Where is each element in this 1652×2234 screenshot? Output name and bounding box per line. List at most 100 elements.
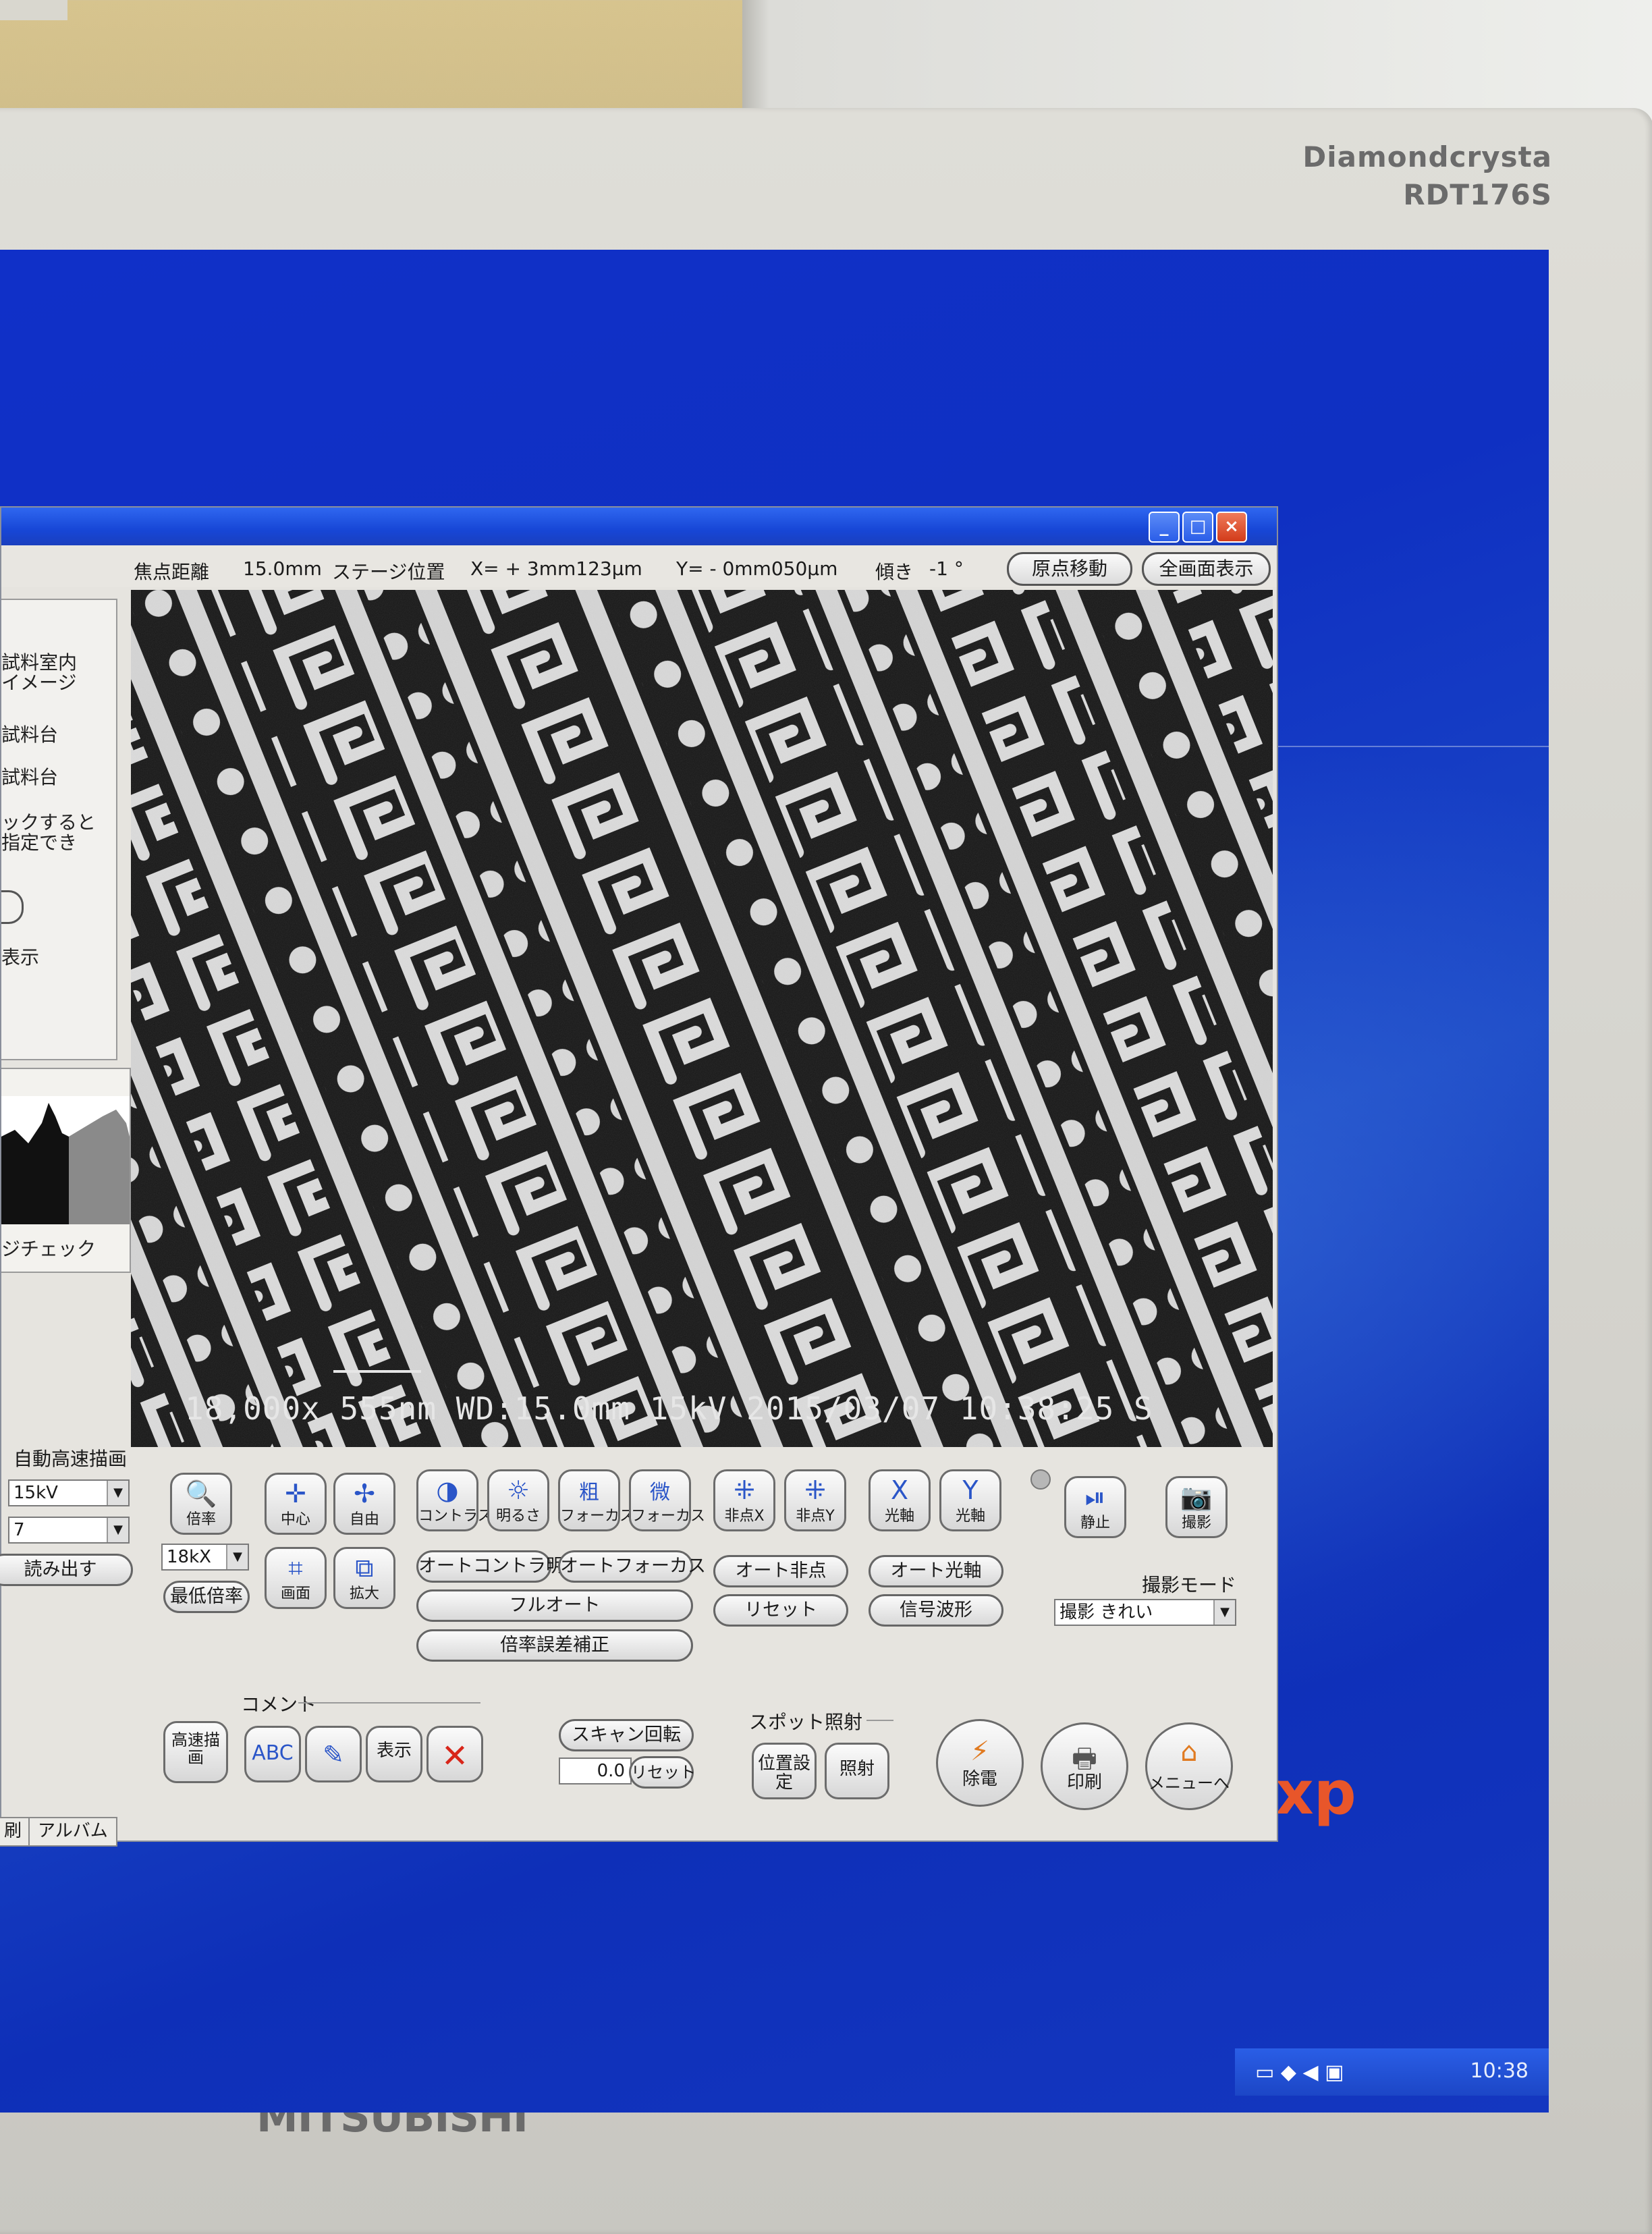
enlarge-icon: ⧉ [355, 1553, 374, 1583]
axis-y-label: 光軸 [955, 1508, 985, 1525]
left-panel-partial: 試料室内 イメージ 試料台 試料台 ックすると 指定でき 表示 [1, 599, 117, 1060]
minimize-button[interactable]: _ [1149, 512, 1180, 543]
display-comment-label: 表示 [376, 1741, 412, 1761]
display-comment-button[interactable]: 表示 [366, 1726, 422, 1782]
irradiate-button[interactable]: 照射 [825, 1743, 889, 1799]
sem-info-overlay: 18,000x 555nm WD:15.0mm 15kV 2015/03/07 … [185, 1390, 1153, 1427]
min-magnification-button[interactable]: 最低倍率 [163, 1581, 250, 1613]
free-button[interactable]: ✢ 自由 [333, 1473, 395, 1535]
abc-text-button[interactable]: ABC [244, 1726, 301, 1782]
tray-icons[interactable]: ▭ ◆ ◀ ▣ [1255, 2061, 1344, 2084]
stig-y-label: 非点Y [796, 1508, 835, 1525]
chevron-down-icon: ▼ [107, 1518, 128, 1542]
sem-image[interactable]: 18,000x 555nm WD:15.0mm 15kV 2015/03/07 … [131, 590, 1273, 1447]
stig-x-label: 非点X [724, 1508, 765, 1525]
focus-distance-value: 15.0mm [243, 557, 322, 580]
abc-text-icon: ABC [252, 1741, 294, 1765]
coarse-focus-button[interactable]: 粗 フォーカス [558, 1469, 635, 1531]
high-speed-draw-button[interactable]: 高速描画 [163, 1721, 228, 1783]
auto-stig-button[interactable]: オート非点 [713, 1555, 848, 1587]
tab-print[interactable]: 刷 [0, 1817, 32, 1847]
screen-icon: ⌗ [288, 1553, 303, 1583]
chevron-down-icon: ▼ [107, 1481, 128, 1505]
left-panel-round-button[interactable] [1, 890, 24, 924]
print-button[interactable]: 🖶 印刷 [1041, 1722, 1128, 1810]
sem-pattern [131, 590, 1273, 1447]
control-panel: 自動高速描画 15kV ▼ 7 ▼ 読み出す 🔍 倍率 ✛ 中心 ✢ 自由 18… [0, 1448, 1277, 1847]
bottom-tabs: 刷 アルバム [0, 1817, 136, 1847]
brand-model-name: Diamondcrysta [1302, 140, 1552, 173]
pen-icon: ✎ [323, 1740, 344, 1770]
left-panel-text[interactable]: 試料台 [1, 767, 58, 788]
scan-rotate-button[interactable]: スキャン回転 [559, 1719, 694, 1751]
stig-x-button[interactable]: ⁜ 非点X [713, 1469, 775, 1531]
fine-focus-label: フォーカス [631, 1508, 706, 1525]
irradiate-label: 照射 [839, 1759, 875, 1779]
fullscreen-button[interactable]: 全画面表示 [1142, 552, 1271, 586]
close-button[interactable]: × [1216, 512, 1247, 543]
capture-mode-select[interactable]: 撮影 きれい ▼ [1054, 1599, 1236, 1626]
load-button[interactable]: 読み出す [0, 1554, 133, 1586]
origin-move-button[interactable]: 原点移動 [1007, 552, 1132, 586]
screen-button[interactable]: ⌗ 画面 [265, 1547, 327, 1609]
magnification-select[interactable]: 18kX ▼ [161, 1544, 249, 1571]
brightness-button[interactable]: ☼ 明るさ [487, 1469, 549, 1531]
discharge-button[interactable]: ⚡ 除電 [936, 1719, 1024, 1807]
contrast-button[interactable]: ◑ コントラスト [416, 1469, 507, 1531]
stig-y-button[interactable]: ⁜ 非点Y [784, 1469, 846, 1531]
magnifier-icon: 🔍 [185, 1479, 217, 1508]
camera-icon: 📷 [1180, 1482, 1213, 1512]
number-select-value: 7 [13, 1520, 25, 1540]
rotate-reset-button[interactable]: リセット [629, 1756, 696, 1789]
magnify-button[interactable]: 🔍 倍率 [170, 1473, 232, 1535]
mag-error-correction-button[interactable]: 倍率誤差補正 [416, 1629, 693, 1662]
capture-mode-label: 撮影モード [1142, 1574, 1237, 1596]
maximize-button[interactable]: □ [1182, 512, 1213, 543]
center-button[interactable]: ✛ 中心 [265, 1473, 327, 1535]
auto-axis-button[interactable]: オート光軸 [869, 1555, 1003, 1587]
sun-icon: ☼ [506, 1475, 530, 1505]
taskbar-tray: ▭ ◆ ◀ ▣ 10:38 [1235, 2048, 1549, 2096]
fine-focus-button[interactable]: 微 フォーカス [629, 1469, 706, 1531]
comment-section-label: コメント [241, 1693, 317, 1716]
status-indicator [1030, 1469, 1051, 1490]
position-set-button[interactable]: 位置設定 [752, 1743, 817, 1799]
pen-button[interactable]: ✎ [305, 1726, 362, 1782]
free-label: 自由 [349, 1511, 379, 1528]
axis-x-button[interactable]: X 光軸 [869, 1469, 931, 1531]
coarse-focus-label: フォーカス [560, 1508, 635, 1525]
histogram-panel: ジチェック [1, 1068, 131, 1273]
menu-button[interactable]: ⌂ メニューへ [1145, 1722, 1233, 1810]
reset-button[interactable]: リセット [713, 1594, 848, 1627]
capture-button[interactable]: 📷 撮影 [1165, 1476, 1228, 1538]
left-panel-text: イメージ [1, 672, 77, 694]
tab-album[interactable]: アルバム [28, 1817, 117, 1847]
window-titlebar[interactable]: _ □ × [1, 508, 1277, 545]
axis-y-button[interactable]: Y 光軸 [939, 1469, 1001, 1531]
scale-bar [333, 1370, 421, 1373]
discharge-label: 除電 [962, 1769, 997, 1789]
auto-contrast-brightness-button[interactable]: オートコントラ明るさ [416, 1550, 601, 1583]
signal-wave-button[interactable]: 信号波形 [869, 1594, 1003, 1627]
print-label: 印刷 [1066, 1772, 1102, 1793]
free-move-icon: ✢ [354, 1479, 375, 1508]
full-auto-button[interactable]: フルオート [416, 1589, 693, 1622]
sem-app-window: _ □ × 焦点距離 15.0mm ステージ位置 X= + 3mm123μm Y… [0, 506, 1278, 1847]
kv-select-value: 15kV [13, 1483, 58, 1503]
auto-draw-label[interactable]: 自動高速描画 [13, 1444, 127, 1471]
screen: xp ▭ ◆ ◀ ▣ 10:38 _ □ × 焦点距離 15.0mm ステージ位… [0, 250, 1549, 2113]
left-panel-text[interactable]: 試料台 [1, 725, 58, 745]
stage-x-value: X= + 3mm123μm [470, 557, 642, 580]
home-icon: ⌂ [1180, 1737, 1198, 1768]
delete-comment-button[interactable]: ✕ [426, 1726, 483, 1782]
kv-select[interactable]: 15kV ▼ [8, 1479, 130, 1506]
tilt-label: 傾き [875, 561, 914, 583]
freeze-button[interactable]: ⏯ 静止 [1064, 1476, 1126, 1538]
number-select[interactable]: 7 ▼ [8, 1517, 130, 1544]
high-speed-draw-label: 高速描画 [171, 1731, 220, 1767]
auto-focus-button[interactable]: オートフォーカス [558, 1550, 706, 1583]
enlarge-button[interactable]: ⧉ 拡大 [333, 1547, 395, 1609]
magnify-label: 倍率 [186, 1511, 216, 1528]
left-panel-text[interactable]: 表示 [1, 948, 39, 968]
rotate-value-field[interactable]: 0.0 [559, 1758, 632, 1785]
